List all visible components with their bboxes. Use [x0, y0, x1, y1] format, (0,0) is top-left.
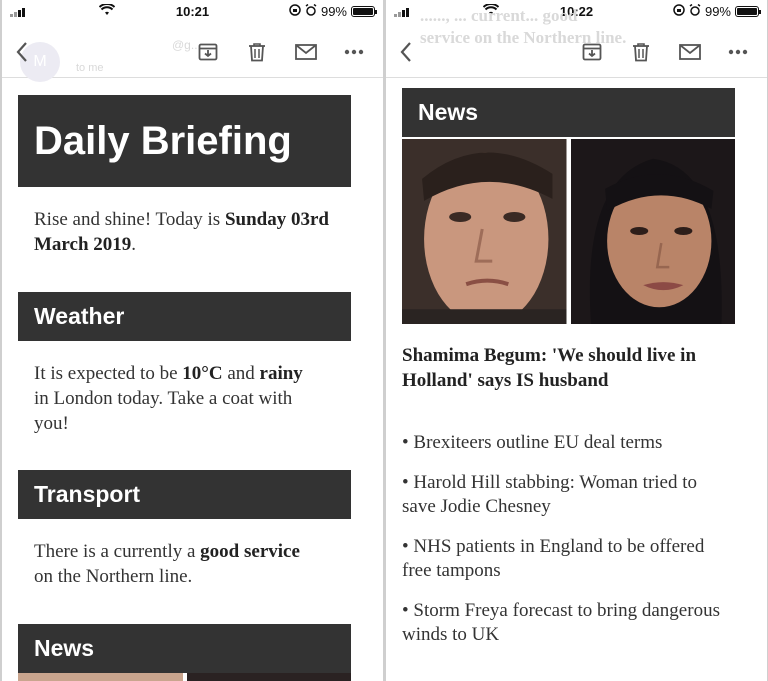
mail-icon[interactable]	[676, 38, 704, 66]
news-heading: News	[18, 624, 351, 673]
trash-icon[interactable]	[243, 38, 271, 66]
lead-headline[interactable]: Shamima Begum: 'We should live in Hollan…	[402, 343, 735, 393]
battery-percent: 99%	[320, 4, 347, 19]
alarm-icon	[689, 3, 701, 19]
status-bar: 10:21 99%	[2, 0, 383, 24]
alarm-icon	[305, 3, 317, 19]
archive-icon[interactable]	[194, 38, 222, 66]
news-photo-right	[186, 673, 351, 681]
battery-percent: 99%	[704, 4, 731, 19]
news-item[interactable]: • Harold Hill stabbing: Woman tried to s…	[402, 471, 735, 519]
transport-heading: Transport	[18, 470, 351, 519]
news-heading: News	[402, 88, 735, 137]
weather-text-1: It is expected to be	[34, 363, 183, 384]
news-photo-strip	[18, 673, 351, 681]
weather-text: It is expected to be 10°C and rainy in L…	[18, 361, 351, 436]
news-item[interactable]: • NHS patients in England to be offered …	[402, 535, 735, 583]
news-item[interactable]: • Brexiteers outline EU deal terms	[402, 431, 735, 455]
back-arrow-icon[interactable]	[8, 38, 36, 66]
scrolled-text-ghost-1: ......, ... current... good	[420, 6, 578, 25]
transport-text-1: There is a currently a	[34, 541, 201, 562]
trash-icon[interactable]	[627, 38, 655, 66]
email-screen-right: 10:22 99% ......, ... current... good se…	[386, 0, 767, 681]
battery-icon	[351, 6, 377, 17]
email-body: Daily Briefing Rise and shine! Today is …	[2, 79, 383, 681]
news-photo-left	[18, 673, 183, 681]
weather-heading: Weather	[18, 292, 351, 341]
weather-text-3: in London today. Take a coat with you!	[34, 388, 293, 434]
weather-temperature: 10°C	[182, 363, 223, 384]
weather-text-2: and	[222, 363, 260, 384]
briefing-title: Daily Briefing	[18, 95, 351, 187]
greeting-text: Rise and shine! Today is Sunday 03rd Mar…	[18, 207, 351, 257]
email-screen-left: 10:21 99% M @g... to me Daily Briefing R…	[2, 0, 383, 681]
transport-text-2: on the Northern line.	[34, 566, 193, 587]
more-icon[interactable]	[724, 38, 752, 66]
weather-condition: rainy	[259, 363, 303, 384]
back-arrow-icon[interactable]	[392, 38, 420, 66]
orientation-lock-icon	[289, 4, 301, 19]
news-item[interactable]: • Storm Freya forecast to bring dangerou…	[402, 599, 735, 647]
transport-status: good service	[200, 541, 300, 562]
battery-icon	[735, 6, 761, 17]
news-photo-woman[interactable]	[570, 139, 735, 324]
news-photo-man[interactable]	[402, 139, 567, 324]
email-toolbar: M @g... to me	[2, 24, 383, 82]
greeting-end: .	[131, 234, 137, 255]
more-icon[interactable]	[340, 38, 368, 66]
news-photo-strip[interactable]	[402, 139, 735, 324]
orientation-lock-icon	[673, 4, 685, 19]
archive-icon[interactable]	[578, 38, 606, 66]
email-body: News Shamima Begum: 'We should live in H…	[386, 79, 767, 681]
greeting-intro: Rise and shine! Today is	[34, 209, 225, 230]
mail-icon[interactable]	[292, 38, 320, 66]
transport-text: There is a currently a good service on t…	[18, 539, 351, 589]
recipient-ghost: to me	[76, 62, 104, 74]
email-toolbar: ......, ... current... good service on t…	[386, 6, 767, 78]
